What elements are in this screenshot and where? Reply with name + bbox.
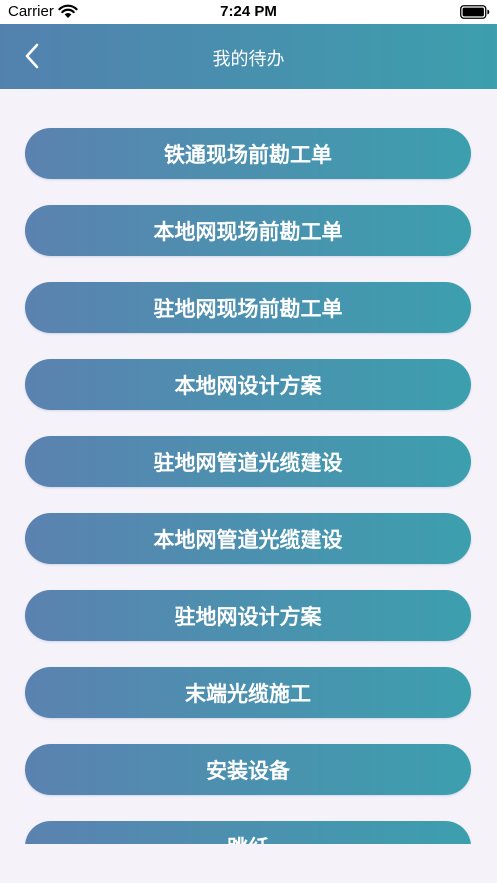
page-title: 我的待办 <box>212 49 285 70</box>
menu-item-premises-network-design[interactable]: 驻地网设计方案 <box>25 590 471 641</box>
menu-item-local-network-site-survey[interactable]: 本地网现场前勘工单 <box>25 205 471 256</box>
menu-item-end-cable-construction[interactable]: 末端光缆施工 <box>25 667 471 718</box>
screen: Carrier 7:24 PM 我的待办 铁通现场前勘工单 本地网现场前勘工单 … <box>0 0 497 883</box>
menu-item-premises-network-site-survey[interactable]: 驻地网现场前勘工单 <box>25 282 471 333</box>
todo-menu-list[interactable]: 铁通现场前勘工单 本地网现场前勘工单 驻地网现场前勘工单 本地网设计方案 驻地网… <box>0 89 497 844</box>
menu-item-premises-duct-cable-build[interactable]: 驻地网管道光缆建设 <box>25 436 471 487</box>
menu-item-tietong-site-survey[interactable]: 铁通现场前勘工单 <box>25 128 471 179</box>
battery-icon <box>460 5 490 19</box>
status-bar: Carrier 7:24 PM <box>0 0 497 24</box>
bottom-safe-area <box>0 844 497 883</box>
status-time: 7:24 PM <box>220 3 277 20</box>
menu-item-local-network-design[interactable]: 本地网设计方案 <box>25 359 471 410</box>
navigation-bar: 我的待办 <box>0 24 497 89</box>
menu-item-local-duct-cable-build[interactable]: 本地网管道光缆建设 <box>25 513 471 564</box>
menu-item-fiber-jumper[interactable]: 跳纤 <box>25 821 471 844</box>
menu-item-install-equipment[interactable]: 安装设备 <box>25 744 471 795</box>
